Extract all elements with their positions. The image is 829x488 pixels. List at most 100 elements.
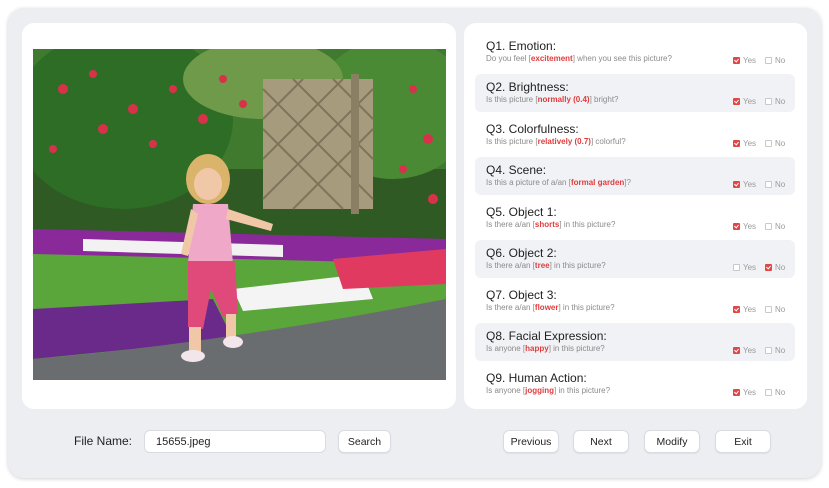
- question-suffix: ] in this picture?: [549, 261, 606, 270]
- no-checkbox[interactable]: [765, 57, 772, 64]
- yes-label: Yes: [743, 222, 757, 231]
- next-button[interactable]: Next: [573, 430, 629, 453]
- no-option[interactable]: No: [765, 346, 785, 355]
- yes-option[interactable]: Yes: [733, 305, 756, 314]
- question-keyword: shorts: [534, 220, 560, 229]
- question-keyword: relatively (0.7): [537, 137, 591, 146]
- yes-label: Yes: [743, 180, 757, 189]
- no-label: No: [775, 388, 786, 397]
- search-button[interactable]: Search: [338, 430, 391, 453]
- yes-label: Yes: [743, 97, 757, 106]
- yes-option[interactable]: Yes: [733, 180, 756, 189]
- yes-label: Yes: [743, 139, 757, 148]
- no-option[interactable]: No: [765, 139, 785, 148]
- yes-label: Yes: [743, 56, 757, 65]
- question-keyword: flower: [534, 303, 559, 312]
- question-text: Is this a picture of a/an [formal garden…: [486, 178, 631, 187]
- modify-button[interactable]: Modify: [644, 430, 700, 453]
- no-checkbox[interactable]: [765, 306, 772, 313]
- question-title: Q2. Brightness:: [486, 80, 569, 94]
- photo-preview: [33, 49, 446, 380]
- no-label: No: [775, 305, 786, 314]
- no-checkbox[interactable]: [765, 98, 772, 105]
- previous-button[interactable]: Previous: [503, 430, 559, 453]
- questions-panel: Q1. Emotion: Do you feel [excitement] whe…: [464, 23, 807, 409]
- no-option[interactable]: No: [765, 222, 785, 231]
- no-option[interactable]: No: [765, 180, 785, 189]
- question-title: Q1. Emotion:: [486, 39, 557, 53]
- no-label: No: [775, 180, 786, 189]
- question-item: Q3. Colorfulness: Is this picture [relati…: [475, 116, 795, 154]
- yes-option[interactable]: Yes: [733, 139, 756, 148]
- question-suffix: ] in this picture?: [548, 344, 605, 353]
- yes-checkbox[interactable]: [733, 306, 740, 313]
- question-keyword: happy: [525, 344, 549, 353]
- no-option[interactable]: No: [765, 56, 785, 65]
- question-text: Is there a/an [flower] in this picture?: [486, 303, 615, 312]
- question-suffix: ] bright?: [589, 95, 619, 104]
- no-label: No: [775, 97, 786, 106]
- question-title: Q5. Object 1:: [486, 205, 557, 219]
- yes-checkbox[interactable]: [733, 181, 740, 188]
- yes-checkbox[interactable]: [733, 264, 740, 271]
- question-suffix: ] colorful?: [590, 137, 626, 146]
- yes-option[interactable]: Yes: [733, 56, 756, 65]
- question-title: Q9. Human Action:: [486, 371, 587, 385]
- question-item: Q9. Human Action: Is anyone [jogging] in …: [475, 365, 795, 403]
- no-checkbox[interactable]: [765, 223, 772, 230]
- yes-checkbox[interactable]: [733, 98, 740, 105]
- question-prefix: Is there a/an [: [486, 220, 535, 229]
- question-text: Is anyone [jogging] in this picture?: [486, 386, 610, 395]
- question-prefix: Is this picture [: [486, 95, 538, 104]
- question-keyword: formal garden: [570, 178, 625, 187]
- question-title: Q8. Facial Expression:: [486, 329, 607, 343]
- yes-checkbox[interactable]: [733, 140, 740, 147]
- question-item: Q4. Scene: Is this a picture of a/an [for…: [475, 157, 795, 195]
- no-checkbox[interactable]: [765, 264, 772, 271]
- no-option[interactable]: No: [765, 97, 785, 106]
- question-prefix: Is anyone [: [486, 344, 526, 353]
- yes-label: Yes: [743, 346, 757, 355]
- question-title: Q7. Object 3:: [486, 288, 557, 302]
- yes-option[interactable]: Yes: [733, 388, 756, 397]
- no-checkbox[interactable]: [765, 181, 772, 188]
- file-name-label: File Name:: [74, 434, 133, 448]
- no-option[interactable]: No: [765, 388, 785, 397]
- file-name-input[interactable]: [144, 430, 326, 453]
- question-suffix: ] in this picture?: [559, 220, 616, 229]
- yes-checkbox[interactable]: [733, 57, 740, 64]
- question-prefix: Is this picture [: [486, 137, 538, 146]
- no-label: No: [775, 222, 786, 231]
- yes-option[interactable]: Yes: [733, 346, 756, 355]
- image-panel: [22, 23, 456, 409]
- yes-checkbox[interactable]: [733, 223, 740, 230]
- question-keyword: tree: [534, 261, 550, 270]
- no-option[interactable]: No: [765, 263, 785, 272]
- question-title: Q4. Scene:: [486, 163, 547, 177]
- yes-label: Yes: [743, 305, 757, 314]
- yes-option[interactable]: Yes: [733, 263, 756, 272]
- question-keyword: jogging: [525, 386, 555, 395]
- yes-label: Yes: [743, 388, 757, 397]
- no-checkbox[interactable]: [765, 389, 772, 396]
- question-suffix: ] when you see this picture?: [572, 54, 672, 63]
- question-suffix: ] in this picture?: [554, 386, 611, 395]
- question-suffix: ] in this picture?: [558, 303, 615, 312]
- question-item: Q7. Object 3: Is there a/an [flower] in t…: [475, 282, 795, 320]
- yes-option[interactable]: Yes: [733, 97, 756, 106]
- yes-label: Yes: [743, 263, 757, 272]
- question-item: Q1. Emotion: Do you feel [excitement] whe…: [475, 33, 795, 71]
- no-option[interactable]: No: [765, 305, 785, 314]
- no-checkbox[interactable]: [765, 347, 772, 354]
- yes-checkbox[interactable]: [733, 347, 740, 354]
- question-text: Is there a/an [tree] in this picture?: [486, 261, 606, 270]
- no-label: No: [775, 263, 786, 272]
- yes-checkbox[interactable]: [733, 389, 740, 396]
- question-item: Q5. Object 1: Is there a/an [shorts] in t…: [475, 199, 795, 237]
- no-checkbox[interactable]: [765, 140, 772, 147]
- question-title: Q6. Object 2:: [486, 246, 557, 260]
- exit-button[interactable]: Exit: [715, 430, 771, 453]
- no-label: No: [775, 346, 786, 355]
- yes-option[interactable]: Yes: [733, 222, 756, 231]
- question-prefix: Is this a picture of a/an [: [486, 178, 571, 187]
